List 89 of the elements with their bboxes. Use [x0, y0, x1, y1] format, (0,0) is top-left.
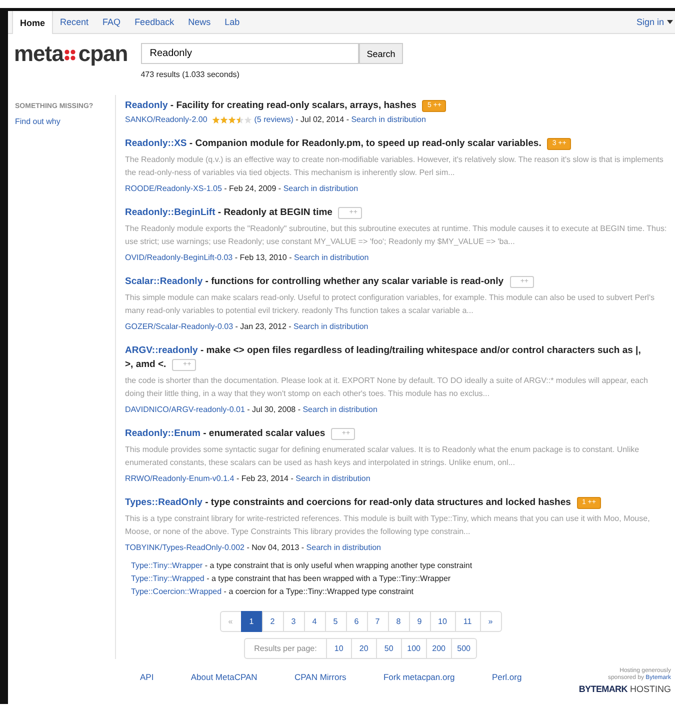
result-abstract: >, amd <.: [125, 359, 166, 370]
page-button[interactable]: 6: [346, 611, 368, 632]
release-link[interactable]: TOBYINK/Types-ReadOnly-0.002: [125, 543, 244, 552]
search-in-distribution-link[interactable]: Search in distribution: [306, 543, 381, 552]
search-in-distribution-link[interactable]: Search in distribution: [283, 184, 358, 193]
result-abstract: - functions for controlling whether any scalar variable is read-only: [204, 276, 504, 287]
find-out-why-link[interactable]: Find out why: [15, 117, 60, 126]
release-date: - Nov 04, 2013 -: [246, 543, 306, 552]
module-link[interactable]: Type::Tiny::Wrapped: [131, 574, 204, 583]
nav-tab[interactable]: FAQ: [96, 11, 128, 33]
result-abstract: - Facility for creating read-only scalars, arrays, hashes: [169, 100, 416, 111]
release-link[interactable]: SANKO/Readonly-2.00: [125, 115, 208, 124]
module-link[interactable]: Type::Tiny::Wrapper: [131, 561, 203, 570]
module-link[interactable]: Readonly: [125, 100, 168, 111]
footer-link[interactable]: Fork metacpan.org: [383, 672, 455, 682]
caret-icon: [667, 20, 673, 24]
result-description: This module provides some syntactic sugar for defining enumerated scalar values. It is to Readonly what the enum package is to constant. Unlike enumerated constants, these scalars can be used as hash keys and interpolated in strings. Unlike enum, onl...: [125, 444, 640, 469]
search-in-distribution-link[interactable]: Search in distribution: [302, 405, 378, 414]
release-date: - Jan 23, 2012 -: [234, 322, 292, 331]
sign-in-link[interactable]: Sign in: [636, 17, 664, 27]
page-button[interactable]: 3: [282, 611, 304, 632]
page-button[interactable]: 5: [324, 611, 346, 632]
release-date: - Feb 13, 2010 -: [234, 253, 293, 262]
reviews-link[interactable]: (5 reviews): [254, 115, 294, 124]
release-link[interactable]: GOZER/Scalar-Readonly-0.03: [125, 322, 234, 331]
page-button[interactable]: 7: [366, 611, 388, 632]
page-button[interactable]: 11: [454, 611, 480, 632]
per-page-option[interactable]: 20: [350, 638, 377, 659]
search-in-distribution-link[interactable]: Search in distribution: [296, 474, 370, 483]
per-page-option[interactable]: 10: [326, 638, 352, 659]
footer-link[interactable]: CPAN Mirrors: [294, 672, 346, 682]
module-link[interactable]: Readonly::Enum: [125, 428, 200, 439]
result-description: The Readonly module (q.v.) is an effective way to create non-modifiable variables. However, it's relatively slow. The reason it's slow is that is implements the read-only-ness of variables via tied objects. This mechanism is inherently slow. Perl sim...: [125, 154, 664, 179]
nav-tab[interactable]: Feedback: [128, 11, 182, 33]
module-description: - a type constraint that is only useful when wrapping another type constraint: [204, 561, 472, 570]
release-date: - Feb 24, 2009 -: [223, 184, 282, 193]
nav-tab[interactable]: Lab: [218, 11, 247, 33]
result-description: This simple module can make scalars read-only. Useful to protect configuration variables, for example. This module can also be used to subvert Perl's many read-only variables to potential evil trickery. readonly Ths function takes a scalar variable a...: [125, 292, 656, 317]
footer-link[interactable]: Perl.org: [492, 672, 522, 682]
release-link[interactable]: ROODE/Readonly-XS-1.05: [125, 184, 222, 193]
per-page-option[interactable]: 500: [450, 638, 477, 659]
search-in-distribution-link[interactable]: Search in distribution: [351, 115, 426, 124]
search-in-distribution-link[interactable]: Search in distribution: [294, 322, 368, 331]
module-link[interactable]: Scalar::Readonly: [125, 276, 203, 287]
module-link[interactable]: Readonly::XS: [125, 138, 187, 149]
search-field[interactable]: Readonly: [140, 43, 359, 64]
release-date: - Jul 30, 2008 -: [246, 405, 302, 414]
logo-text: cpan: [78, 41, 128, 67]
release-link[interactable]: DAVIDNICO/ARGV-readonly-0.01: [125, 405, 245, 414]
logo-text: meta: [14, 41, 64, 67]
sponsor-logo[interactable]: BYTEMARK HOSTING: [578, 684, 671, 694]
result-abstract: - type constraints and coercions for read-only data structures and locked hashes: [204, 497, 571, 508]
results-summary: 473 results (1.033 seconds): [140, 70, 240, 79]
module-link[interactable]: Types::ReadOnly: [125, 497, 202, 508]
result-abstract: - make <> open files regardless of leading/trailing whitespace and/or control characters such as |,: [199, 345, 641, 356]
module-link[interactable]: Readonly::BeginLift: [125, 207, 216, 218]
release-date: - Jul 02, 2014 -: [294, 115, 350, 124]
nav-tab[interactable]: Recent: [53, 11, 96, 33]
module-link[interactable]: Type::Coercion::Wrapped: [131, 587, 222, 596]
result-abstract: - enumerated scalar values: [202, 428, 326, 439]
next-page-button[interactable]: »: [480, 611, 502, 632]
result-description: The Readonly module exports the "Readonly" subroutine, but this subroutine executes at runtime. This module causes it to execute at BEGIN time. Thus: use strict; use warnings; use Readonly; use constant MY_VALUE => 'foo'; Readonly my $MY_VALUE => 'ba...: [125, 223, 667, 248]
module-description: - a coercion for a Type::Tiny::Wrapped type constraint: [222, 587, 414, 596]
per-page-option[interactable]: 200: [426, 638, 452, 659]
nav-tab[interactable]: News: [181, 11, 218, 33]
result-description: the code is shorter than the documentation. Please look at it. EXPORT None by default. TO DO ideally a suite of ARGV::* modules will appear, each doing their little thing, in a way that they won't stomp on each other's toes. This module has no exclus...: [125, 375, 649, 400]
module-description: - a type constraint that has been wrapped with a Type::Tiny::Wrapper: [206, 574, 451, 583]
release-date: - Feb 23, 2014 -: [235, 474, 294, 483]
page-button[interactable]: 2: [262, 611, 284, 632]
module-link[interactable]: ARGV::readonly: [125, 345, 198, 356]
logo-dots-icon: [64, 49, 78, 61]
footer-link[interactable]: API: [140, 672, 154, 682]
footer-link[interactable]: About MetaCPAN: [190, 672, 258, 682]
result-description: This is a type constraint library for write-restricted references. This module is built with Type::Tiny, which means that you can use it with Moo, Mouse, Moose, or none of the above. Type Constraints This library provides the following type constrain...: [125, 513, 651, 538]
page-button[interactable]: 10: [430, 611, 456, 632]
search-button[interactable]: Search: [358, 43, 404, 64]
page-button[interactable]: 8: [388, 611, 410, 632]
result-abstract: - Companion module for Readonly.pm, to speed up read-only scalar variables.: [188, 138, 542, 149]
page-button[interactable]: 1: [240, 611, 262, 632]
nav-tab[interactable]: Home: [12, 11, 54, 34]
page-button[interactable]: 9: [408, 611, 430, 632]
per-page-option[interactable]: 50: [376, 638, 402, 659]
page-button[interactable]: 4: [304, 611, 326, 632]
results-per-page-label: Results per page:: [244, 638, 327, 659]
search-in-distribution-link[interactable]: Search in distribution: [294, 253, 369, 262]
per-page-option[interactable]: 100: [400, 638, 427, 659]
result-abstract: - Readonly at BEGIN time: [216, 207, 332, 218]
release-link[interactable]: OVID/Readonly-BeginLift-0.03: [125, 253, 233, 262]
release-link[interactable]: RRWO/Readonly-Enum-v0.1.4: [125, 474, 234, 483]
